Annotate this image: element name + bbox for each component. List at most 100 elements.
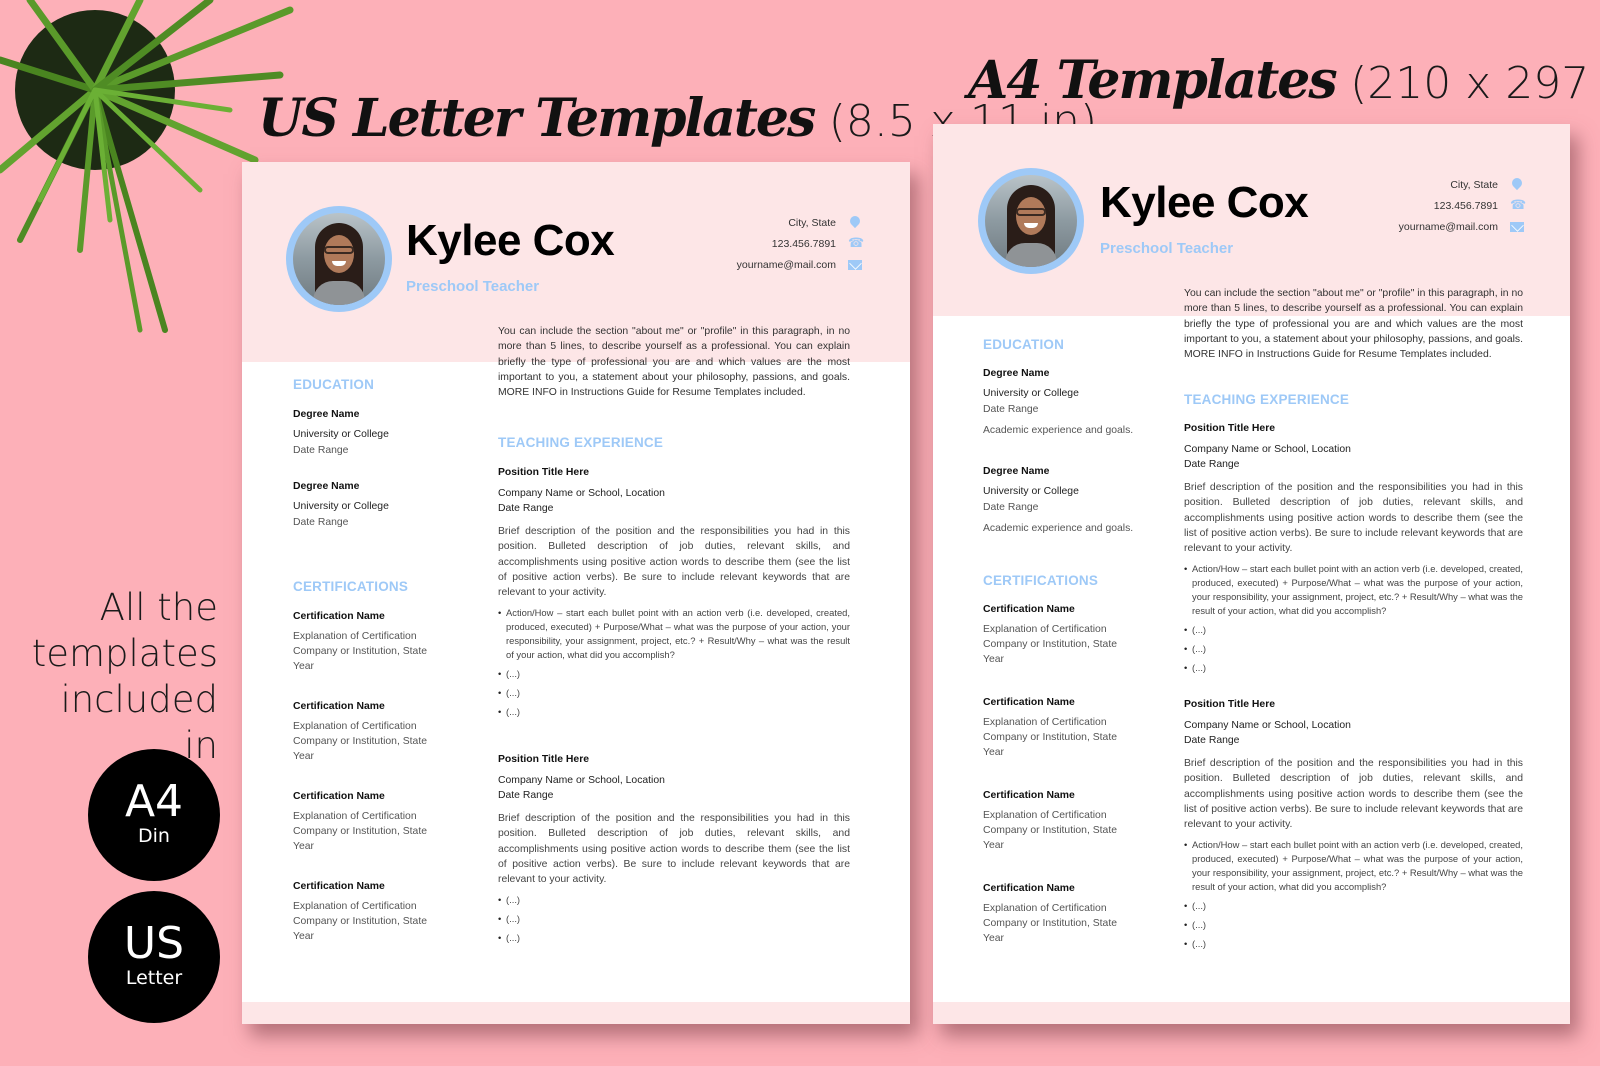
phone-text: 123.456.7891 — [771, 237, 836, 250]
certifications-title: CERTIFICATIONS — [293, 579, 409, 594]
education-title: EDUCATION — [983, 337, 1065, 352]
footer-band — [933, 1002, 1570, 1024]
about-paragraph: You can include the section "about me" o… — [498, 326, 850, 399]
experience-entry: Position Title Here Company Name or Scho… — [1184, 699, 1523, 951]
certification-name: Certification Name — [293, 701, 385, 712]
certification-entry: Certification Name Explanation of Certif… — [293, 881, 473, 942]
certification-entry: Certification Name Explanation of Certif… — [293, 701, 473, 791]
school-name: University or College — [293, 501, 389, 512]
bullet-item: (...) — [498, 705, 850, 719]
company-name: Company Name or School, Location — [498, 775, 665, 786]
certification-explanation: Explanation of Certification — [983, 903, 1107, 914]
certification-name: Certification Name — [293, 881, 385, 892]
education-title: EDUCATION — [293, 377, 375, 392]
education-entry: Degree Name University or College Date R… — [293, 409, 473, 481]
certification-entry: Certification Name Explanation of Certif… — [983, 790, 1163, 883]
contact-email: yourname@mail.com — [737, 254, 862, 275]
certification-org: Company or Institution, State — [293, 736, 427, 747]
certifications-title: CERTIFICATIONS — [983, 573, 1099, 588]
included-line: included in — [60, 678, 218, 767]
position-description: Brief description of the position and th… — [1184, 758, 1523, 831]
certification-year: Year — [983, 933, 1004, 944]
a4-heading: A4 Templates (210 x 297 mm) — [968, 50, 1600, 111]
location-text: City, State — [788, 216, 836, 229]
duty-bullets: Action/How – start each bullet point wit… — [1184, 838, 1523, 951]
certification-explanation: Explanation of Certification — [293, 901, 417, 912]
templates-included-text: All the templates included in — [20, 585, 218, 769]
education-list: Degree Name University or College Date R… — [983, 368, 1163, 534]
certification-year: Year — [293, 751, 314, 762]
mail-icon — [1510, 220, 1524, 234]
certification-entry: Certification Name Explanation of Certif… — [983, 604, 1163, 697]
certification-org: Company or Institution, State — [983, 732, 1117, 743]
experience-title: TEACHING EXPERIENCE — [498, 435, 664, 450]
certifications-list: Certification Name Explanation of Certif… — [293, 611, 473, 942]
degree-name: Degree Name — [983, 368, 1050, 379]
position-description: Brief description of the position and th… — [498, 526, 850, 599]
degree-name: Degree Name — [983, 466, 1050, 477]
contact-location: City, State — [1399, 174, 1524, 195]
phone-text: 123.456.7891 — [1433, 199, 1498, 212]
mail-icon — [848, 258, 862, 272]
resume-name: Kylee Cox — [1100, 178, 1309, 227]
email-text: yourname@mail.com — [1398, 220, 1498, 233]
date-range: Date Range — [293, 517, 349, 528]
included-line: All the — [99, 586, 218, 629]
education-list: Degree Name University or College Date R… — [293, 409, 473, 528]
certification-org: Company or Institution, State — [983, 825, 1117, 836]
bullet-item: (...) — [498, 667, 850, 681]
profile-photo — [293, 213, 385, 305]
certification-explanation: Explanation of Certification — [293, 631, 417, 642]
a4-din-badge: A4 Din — [88, 749, 220, 881]
certification-year: Year — [983, 747, 1004, 758]
us-letter-resume-page: Kylee Cox Preschool Teacher City, State … — [242, 162, 910, 1024]
school-name: University or College — [983, 486, 1079, 497]
position-title: Position Title Here — [1184, 423, 1276, 434]
a4-heading-script: A4 Templates — [968, 50, 1338, 111]
bullet-item: (...) — [1184, 661, 1523, 675]
certification-name: Certification Name — [983, 883, 1075, 894]
certification-explanation: Explanation of Certification — [983, 810, 1107, 821]
position-title: Position Title Here — [1184, 699, 1276, 710]
bullet-item: (...) — [498, 912, 850, 926]
date-range: Date Range — [498, 503, 554, 514]
certification-explanation: Explanation of Certification — [983, 717, 1107, 728]
company-name: Company Name or School, Location — [1184, 720, 1351, 731]
certification-year: Year — [983, 840, 1004, 851]
location-text: City, State — [1450, 178, 1498, 191]
date-range: Date Range — [1184, 735, 1240, 746]
certification-name: Certification Name — [983, 790, 1075, 801]
duty-bullets: Action/How – start each bullet point wit… — [498, 606, 850, 719]
resume-role: Preschool Teacher — [1100, 240, 1234, 257]
education-note: Academic experience and goals. — [983, 523, 1134, 534]
badge-small-text: Letter — [125, 967, 183, 989]
included-line: templates — [31, 632, 218, 675]
certification-org: Company or Institution, State — [983, 639, 1117, 650]
badge-big-text: US — [123, 918, 185, 969]
company-name: Company Name or School, Location — [498, 488, 665, 499]
certification-year: Year — [983, 654, 1004, 665]
contact-block: City, State 123.456.7891 yourname@mail.c… — [737, 212, 865, 275]
certification-year: Year — [293, 931, 314, 942]
contact-phone: 123.456.7891 — [1399, 195, 1526, 216]
education-entry: Degree Name University or College Date R… — [293, 481, 473, 528]
school-name: University or College — [293, 429, 389, 440]
certifications-list: Certification Name Explanation of Certif… — [983, 604, 1163, 944]
date-range: Date Range — [498, 790, 554, 801]
avatar — [978, 168, 1084, 274]
education-entry: Degree Name University or College Date R… — [983, 466, 1163, 534]
contact-email: yourname@mail.com — [1399, 216, 1524, 237]
bullet-item: Action/How – start each bullet point wit… — [1184, 838, 1523, 894]
position-description: Brief description of the position and th… — [1184, 482, 1523, 555]
position-title: Position Title Here — [498, 467, 590, 478]
certification-entry: Certification Name Explanation of Certif… — [293, 611, 473, 701]
location-pin-icon — [848, 216, 862, 230]
a4-heading-dimensions: (210 x 297 mm) — [1350, 58, 1600, 109]
certification-name: Certification Name — [293, 791, 385, 802]
bullet-item: (...) — [1184, 899, 1523, 913]
bullet-item: Action/How – start each bullet point wit… — [1184, 562, 1523, 618]
certification-year: Year — [293, 661, 314, 672]
certification-entry: Certification Name Explanation of Certif… — [293, 791, 473, 881]
experience-entry: Position Title Here Company Name or Scho… — [498, 467, 850, 719]
certification-name: Certification Name — [293, 611, 385, 622]
